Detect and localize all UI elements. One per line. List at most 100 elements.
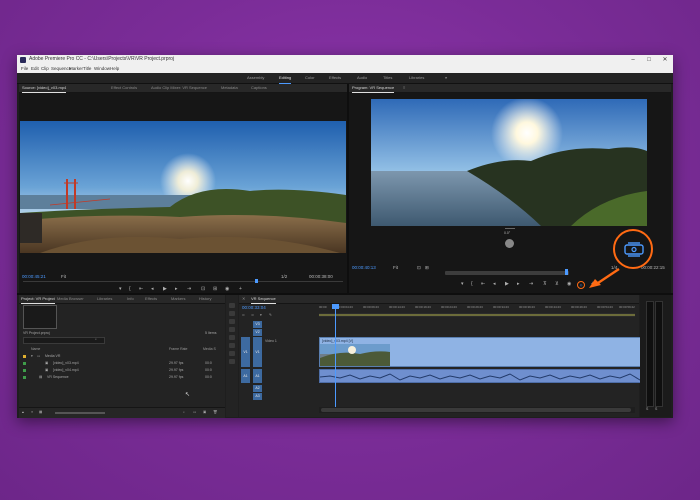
track-target-a3[interactable]: A3: [253, 393, 262, 400]
bin-name[interactable]: Media VR: [45, 354, 60, 358]
play-icon[interactable]: ▶: [163, 286, 167, 292]
column-name[interactable]: Name: [31, 347, 40, 351]
tab-media-browser[interactable]: Media Browser: [57, 295, 84, 303]
tab-project[interactable]: Project: VR Project: [21, 295, 55, 304]
workspace-libraries[interactable]: Libraries: [409, 73, 424, 83]
clear-icon[interactable]: 🗑︎: [213, 410, 217, 414]
work-area-bar[interactable]: [319, 313, 635, 317]
program-playhead[interactable]: [565, 269, 568, 275]
program-step-back-icon[interactable]: ◂: [493, 281, 496, 287]
vr-rotate-knob[interactable]: [505, 239, 514, 248]
workspace-editing[interactable]: Editing: [279, 73, 292, 84]
step-forward-icon[interactable]: ▸: [175, 286, 178, 292]
source-fit-select[interactable]: Fit: [61, 274, 66, 279]
workspace-assembly[interactable]: Assembly: [247, 73, 264, 83]
workspace-audio[interactable]: Audio: [357, 73, 367, 83]
tab-history[interactable]: History: [199, 295, 211, 303]
program-fit-select[interactable]: Fit: [393, 265, 398, 270]
timeline-close-icon[interactable]: ✕: [242, 295, 245, 303]
program-vr-frame[interactable]: [371, 99, 647, 226]
vr-video-toggle-button[interactable]: ◎: [577, 281, 585, 289]
new-bin-icon[interactable]: ▭: [193, 410, 196, 414]
tab-libraries[interactable]: Libraries: [97, 295, 112, 303]
source-timecode[interactable]: 00:00:45:21: [22, 274, 46, 279]
type-tool-icon[interactable]: [229, 359, 235, 364]
hand-tool-icon[interactable]: [229, 351, 235, 356]
program-play-icon[interactable]: ▶: [505, 281, 509, 287]
zoom-slider[interactable]: [55, 412, 105, 414]
icon-view-icon[interactable]: ▦: [39, 410, 42, 414]
tab-markers[interactable]: Markers: [171, 295, 185, 303]
mark-in-icon[interactable]: ▾: [119, 286, 122, 292]
source-playhead[interactable]: [255, 279, 258, 283]
menu-window[interactable]: Window: [94, 65, 110, 73]
tab-captions[interactable]: Captions: [251, 84, 267, 92]
track-target-v1[interactable]: V1: [253, 337, 262, 367]
razor-tool-icon[interactable]: [229, 327, 235, 332]
linked-selection-icon[interactable]: ⊃: [251, 313, 254, 317]
timeline-timecode[interactable]: 00:00:33:04: [242, 305, 266, 310]
timeline-ruler[interactable]: 00:00 00:00:04:23 00:00:09:23 00:00:14:2…: [319, 305, 635, 313]
timeline-playhead[interactable]: [335, 305, 336, 407]
add-marker-icon[interactable]: ▾: [260, 313, 262, 317]
new-search-bin-icon[interactable]: ⌕: [95, 337, 97, 341]
menu-file[interactable]: File: [21, 65, 28, 73]
program-zoom-scrollbar[interactable]: [445, 271, 569, 275]
source-patch-v1[interactable]: V1: [241, 337, 250, 367]
menu-clip[interactable]: Clip: [41, 65, 49, 73]
find-icon[interactable]: ⌕: [183, 410, 185, 414]
tab-audio-clip-mixer[interactable]: Audio Clip Mixer: VR Sequence: [151, 84, 207, 92]
program-safe-margins-icon[interactable]: ⊞: [425, 265, 429, 271]
lift-icon[interactable]: ⊼: [543, 281, 547, 287]
overwrite-icon[interactable]: ⊞: [213, 286, 217, 292]
tab-program[interactable]: Program: VR Sequence: [352, 84, 395, 93]
program-mark-in-icon[interactable]: ▾: [461, 281, 464, 287]
project-item-name[interactable]: [video]_v03.mp4: [53, 361, 79, 365]
selection-tool-icon[interactable]: [229, 303, 235, 308]
step-back-icon[interactable]: ◂: [151, 286, 154, 292]
timeline-scrollbar[interactable]: [319, 407, 635, 413]
program-go-to-out-icon[interactable]: ⇥: [529, 281, 533, 287]
tab-vr-sequence[interactable]: VR Sequence: [251, 295, 276, 304]
track-target-v3[interactable]: V3: [253, 321, 262, 328]
track-select-tool-icon[interactable]: [229, 311, 235, 316]
program-timecode[interactable]: 00:00:40:13: [352, 265, 376, 270]
bin-expand-icon[interactable]: ▾: [31, 354, 33, 358]
minimize-button[interactable]: –: [625, 55, 641, 65]
list-view-icon[interactable]: ≡: [31, 410, 33, 414]
project-item-name[interactable]: VR Sequence: [47, 375, 69, 379]
column-frame-rate[interactable]: Frame Rate: [169, 347, 187, 351]
workspace-titles[interactable]: Titles: [383, 73, 392, 83]
pen-tool-icon[interactable]: [229, 343, 235, 348]
go-to-out-icon[interactable]: ⇥: [187, 286, 191, 292]
tab-info[interactable]: Info: [127, 295, 134, 303]
video-clip[interactable]: [video]_v03.mp4 [V]: [319, 337, 651, 367]
meter-solo-icon[interactable]: S: [655, 407, 657, 411]
program-tab-close-icon[interactable]: ≡: [403, 84, 405, 92]
export-frame-icon[interactable]: ◉: [225, 286, 229, 292]
vr-headset-icon[interactable]: [623, 241, 645, 257]
project-item-name[interactable]: [video]_v04.mp4: [53, 368, 79, 372]
menu-help[interactable]: Help: [110, 65, 119, 73]
tab-metadata[interactable]: Metadata: [221, 84, 238, 92]
tab-source[interactable]: Source: [video]_v03.mp4: [22, 84, 67, 93]
column-media-start[interactable]: Media S: [203, 347, 216, 351]
slip-tool-icon[interactable]: [229, 335, 235, 340]
close-button[interactable]: ✕: [657, 55, 673, 65]
snap-icon[interactable]: ⊂: [242, 313, 245, 317]
mark-out-icon[interactable]: {: [129, 286, 131, 292]
track-target-a2[interactable]: A2: [253, 385, 262, 392]
program-step-forward-icon[interactable]: ▸: [517, 281, 520, 287]
source-360-frame[interactable]: [20, 121, 346, 253]
program-mark-out-icon[interactable]: {: [471, 281, 473, 287]
timeline-playhead-handle[interactable]: [332, 304, 339, 309]
workspace-color[interactable]: Color: [305, 73, 315, 83]
insert-icon[interactable]: ⊡: [201, 286, 205, 292]
tab-effects[interactable]: Effects: [145, 295, 157, 303]
audio-clip[interactable]: [319, 369, 651, 383]
extract-icon[interactable]: ⊻: [555, 281, 559, 287]
new-item-icon[interactable]: ▣: [203, 410, 206, 414]
menu-edit[interactable]: Edit: [31, 65, 39, 73]
project-search-input[interactable]: [23, 337, 105, 344]
workspace-effects[interactable]: Effects: [329, 73, 341, 83]
